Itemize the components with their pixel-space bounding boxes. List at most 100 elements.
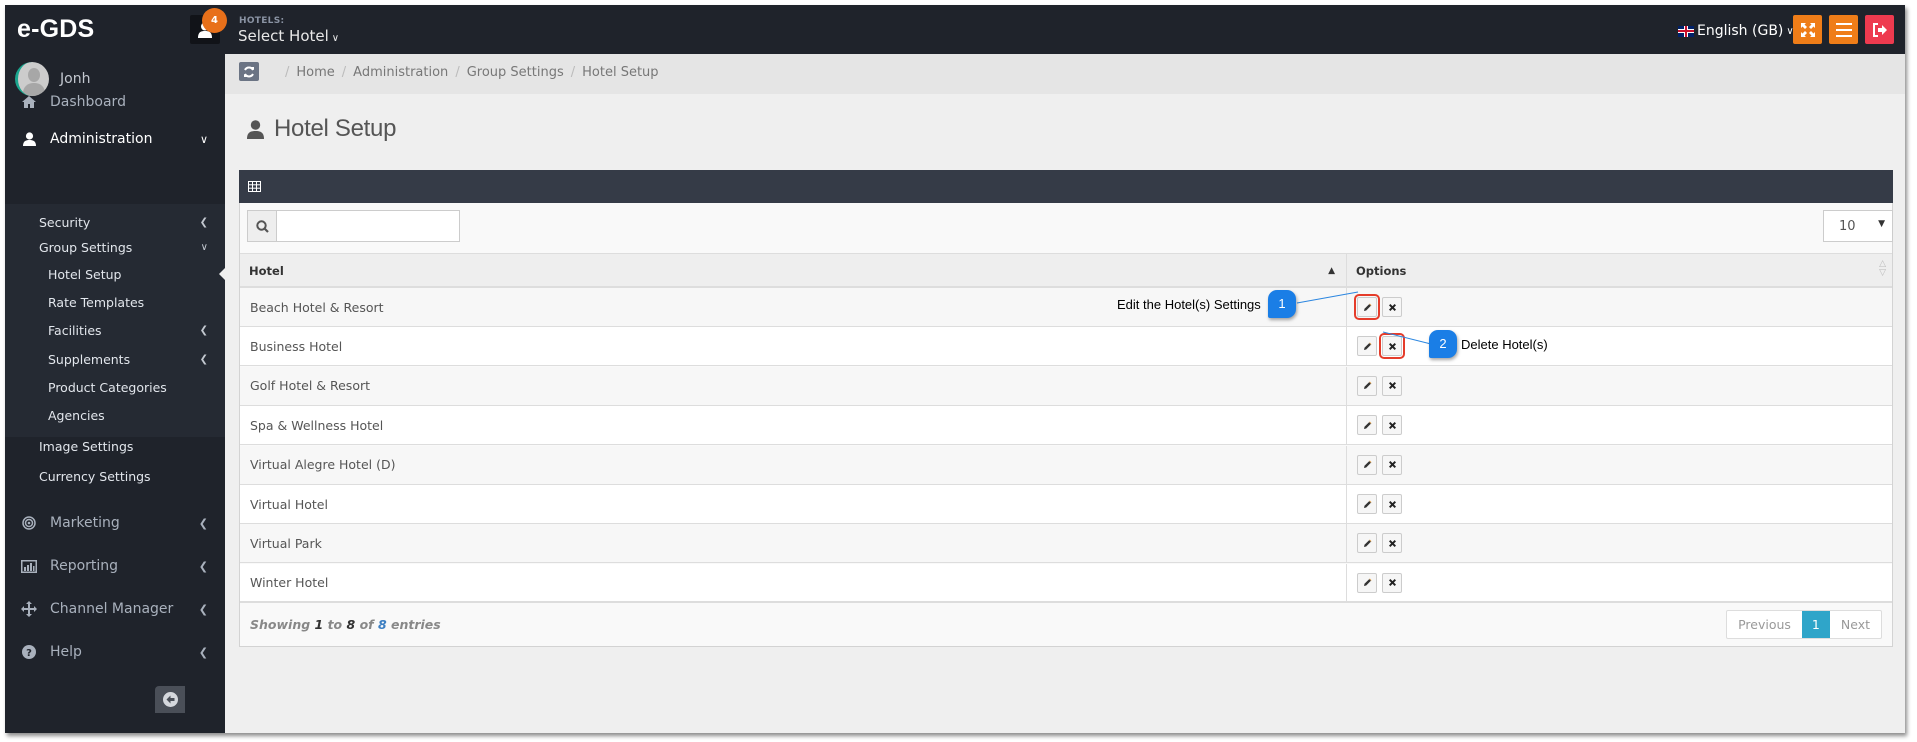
administration-submenu: Security ❮ Group Settings ∨ Hotel Setup … <box>5 204 225 437</box>
sidebar-item-label: Facilities <box>48 322 102 338</box>
entries-info: Showing 1 to 8 of 8 entries <box>250 617 441 632</box>
edit-hotel-button[interactable] <box>1354 294 1380 320</box>
move-icon <box>21 601 37 617</box>
table-row: Spa & Wellness Hotel <box>240 406 1892 446</box>
delete-hotel-button[interactable] <box>1382 572 1402 593</box>
collapse-sidebar-button[interactable] <box>155 686 185 713</box>
options-cell <box>1346 288 1892 326</box>
options-cell <box>1346 327 1892 366</box>
close-icon <box>1388 381 1397 390</box>
sidebar-item-image-settings[interactable]: Image Settings <box>5 434 225 458</box>
breadcrumb-home[interactable]: Home <box>296 65 334 80</box>
sidebar-item-label: Dashboard <box>50 94 126 110</box>
pagination-next[interactable]: Next <box>1830 611 1881 638</box>
edit-hotel-button[interactable] <box>1357 336 1377 357</box>
sidebar-item-supplements[interactable]: Supplements ❮ <box>5 347 225 371</box>
sign-out-icon <box>1872 22 1887 37</box>
edit-hotel-button[interactable] <box>1357 375 1377 396</box>
sidebar-item-agencies[interactable]: Agencies <box>5 403 225 427</box>
hotel-selector-value: Select Hotel <box>238 27 329 45</box>
pagination-previous[interactable]: Previous <box>1727 611 1802 638</box>
logout-button[interactable] <box>1865 15 1894 44</box>
breadcrumb-group-settings[interactable]: Group Settings <box>467 65 564 80</box>
delete-hotel-button[interactable] <box>1382 494 1402 514</box>
pencil-icon <box>1363 303 1372 312</box>
breadcrumb: / Home / Administration / Group Settings… <box>278 65 659 80</box>
sidebar-item-hotel-setup[interactable]: Hotel Setup <box>5 262 225 286</box>
edit-hotel-button[interactable] <box>1357 494 1377 514</box>
arrow-circle-left-icon <box>162 692 178 707</box>
sidebar-item-rate-templates[interactable]: Rate Templates <box>5 290 225 314</box>
pagination-page-1[interactable]: 1 <box>1801 611 1830 638</box>
hamburger-icon <box>1835 22 1852 37</box>
delete-hotel-button[interactable] <box>1382 375 1402 396</box>
refresh-button[interactable] <box>239 62 259 81</box>
hotels-table-card: 10 ▼ Hotel ▲ Options △ ▽ Beach Hotel & Re… <box>239 170 1893 647</box>
options-cell <box>1346 406 1892 445</box>
column-header-hotel[interactable]: Hotel ▲ <box>240 254 1346 287</box>
sidebar-item-label: Rate Templates <box>48 294 145 310</box>
delete-hotel-button[interactable] <box>1382 297 1402 317</box>
column-header-label: Options <box>1356 263 1407 278</box>
delete-hotel-button[interactable] <box>1382 533 1402 554</box>
hotel-name-cell: Virtual Alegre Hotel (D) <box>250 457 396 473</box>
sidebar-item-reporting[interactable]: Reporting ❮ <box>5 546 225 586</box>
sidebar-item-product-categories[interactable]: Product Categories <box>5 375 225 399</box>
sidebar-item-group-settings[interactable]: Group Settings ∨ <box>5 235 225 259</box>
hotel-name-cell: Winter Hotel <box>250 575 329 591</box>
sidebar-item-facilities[interactable]: Facilities ❮ <box>5 318 225 342</box>
language-selector[interactable]: English (GB) ∨ <box>1678 23 1794 39</box>
options-cell <box>1346 524 1892 563</box>
close-icon <box>1388 500 1397 509</box>
delete-hotel-button[interactable] <box>1382 454 1402 475</box>
edit-hotel-button[interactable] <box>1357 533 1377 554</box>
chevron-down-icon: ∨ <box>200 241 208 253</box>
breadcrumb-separator: / <box>285 65 290 80</box>
entries-info-text: Showing <box>250 617 315 632</box>
brand-logo[interactable]: e-GDS <box>17 15 94 44</box>
sidebar-item-channel-manager[interactable]: Channel Manager ❮ <box>5 589 225 629</box>
pagination: Previous 1 Next <box>1726 610 1882 639</box>
chevron-left-icon: ❮ <box>198 645 208 659</box>
sidebar-item-help[interactable]: ? Help ❮ <box>5 632 225 672</box>
column-header-options[interactable]: Options △ ▽ <box>1346 254 1892 287</box>
chevron-left-icon: ❮ <box>199 216 208 228</box>
pencil-icon <box>1363 539 1372 548</box>
menu-button[interactable] <box>1829 15 1858 44</box>
table-row: Winter Hotel <box>240 563 1892 603</box>
sidebar-item-marketing[interactable]: Marketing ❮ <box>5 503 225 543</box>
sidebar-item-security[interactable]: Security ❮ <box>5 210 225 234</box>
delete-hotel-button[interactable] <box>1379 333 1405 360</box>
sidebar-item-administration[interactable]: Administration ∨ <box>5 117 225 161</box>
edit-hotel-button[interactable] <box>1357 454 1377 475</box>
edit-hotel-button[interactable] <box>1357 415 1377 436</box>
sidebar-item-label: Marketing <box>50 515 120 531</box>
breadcrumb-administration[interactable]: Administration <box>353 65 448 80</box>
entries-info-text: entries <box>386 617 441 632</box>
sidebar-item-dashboard[interactable]: Dashboard <box>5 82 225 122</box>
sidebar-item-label: Supplements <box>48 351 131 367</box>
card-header <box>239 170 1893 203</box>
table-row: Virtual Hotel <box>240 485 1892 524</box>
pencil-icon <box>1363 381 1372 390</box>
sort-both-icon: △ ▽ <box>1879 259 1886 278</box>
page-size-select[interactable]: 10 ▼ <box>1823 210 1893 242</box>
hotel-name-cell: Golf Hotel & Resort <box>250 378 371 394</box>
sidebar-item-label: Agencies <box>48 407 105 423</box>
page-size-value: 10 <box>1839 219 1856 234</box>
search-group <box>247 210 460 242</box>
edit-hotel-button[interactable] <box>1357 572 1377 593</box>
table-row: Virtual Park <box>240 524 1892 564</box>
hotel-selector[interactable]: Select Hotel ∨ <box>238 27 339 45</box>
search-input[interactable] <box>277 211 459 241</box>
fullscreen-button[interactable] <box>1793 15 1822 44</box>
delete-hotel-button[interactable] <box>1382 415 1402 436</box>
expand-icon <box>1800 22 1815 37</box>
close-icon <box>1388 342 1397 351</box>
bullseye-icon <box>21 516 37 530</box>
options-cell <box>1346 485 1892 523</box>
search-icon <box>255 219 269 233</box>
table-row: Beach Hotel & Resort <box>240 288 1892 327</box>
hotel-name-cell: Virtual Park <box>250 535 322 551</box>
sidebar-item-currency-settings[interactable]: Currency Settings <box>5 464 225 488</box>
